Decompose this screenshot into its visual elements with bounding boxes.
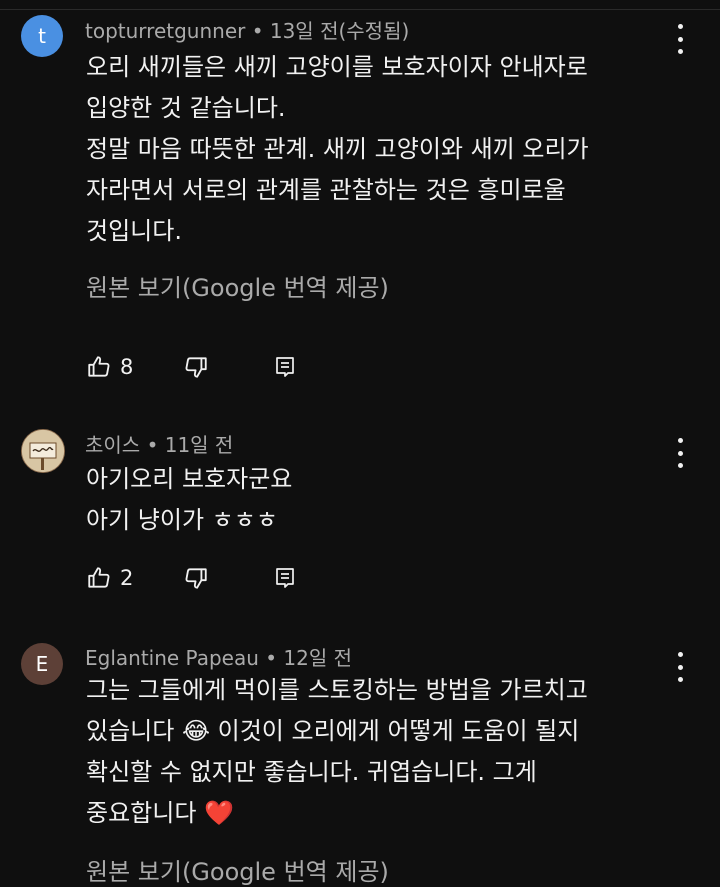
like-button[interactable]: 8	[86, 354, 133, 380]
avatar-letter: t	[38, 24, 46, 48]
comment-line: 있습니다 😂 이것이 오리에게 어떻게 도움이 될지	[86, 717, 580, 745]
comment-line: 확신할 수 없지만 좋습니다. 귀엽습니다. 그게	[86, 758, 537, 786]
comment-time[interactable]: 11일 전	[165, 433, 234, 457]
thumb-down-icon	[185, 357, 207, 378]
avatar[interactable]: t	[21, 15, 63, 57]
comment-line: 그는 그들에게 먹이를 스토킹하는 방법을 가르치고	[86, 676, 588, 704]
see-original-link[interactable]: 원본 보기(Google 번역 제공)	[86, 852, 389, 887]
author-name[interactable]: topturretgunner	[85, 19, 245, 43]
comment-line: 아기 냥이가 ㅎㅎㅎ	[86, 506, 278, 534]
dislike-button[interactable]	[183, 354, 209, 380]
comment-time[interactable]: 13일 전(수정됨)	[270, 19, 409, 43]
comment-line: 입양한 것 같습니다.	[86, 94, 286, 122]
more-vert-icon[interactable]	[672, 652, 688, 682]
avatar[interactable]	[21, 429, 65, 473]
divider	[0, 9, 720, 10]
more-vert-icon[interactable]	[672, 24, 688, 54]
like-count: 8	[120, 355, 134, 379]
author-name[interactable]: 초이스	[85, 433, 140, 457]
author-name[interactable]: Eglantine Papeau	[85, 646, 259, 670]
reply-button[interactable]	[273, 354, 297, 380]
avatar-letter: E	[35, 652, 49, 676]
comment-text: 아기오리 보호자군요 아기 냥이가 ㅎㅎㅎ	[86, 459, 650, 541]
reply-icon	[276, 568, 294, 588]
like-count: 2	[120, 566, 134, 590]
comment-meta: topturretgunner • 13일 전(수정됨)	[85, 15, 409, 44]
meta-separator: •	[146, 433, 165, 457]
meta-separator: •	[265, 646, 284, 670]
comment-meta: 초이스 • 11일 전	[85, 429, 233, 458]
like-button[interactable]: 2	[86, 565, 133, 591]
dislike-button[interactable]	[183, 565, 209, 591]
thumb-up-icon	[88, 567, 110, 588]
thumb-down-icon	[185, 568, 207, 589]
reply-button[interactable]	[273, 565, 297, 591]
comment-text: 그는 그들에게 먹이를 스토킹하는 방법을 가르치고 있습니다 😂 이것이 오리…	[86, 670, 650, 834]
sign-image-icon	[22, 430, 64, 472]
comment-line: 아기오리 보호자군요	[86, 465, 293, 493]
comment-line: 것입니다.	[86, 217, 182, 245]
more-vert-icon[interactable]	[672, 438, 688, 468]
comment-text: 오리 새끼들은 새끼 고양이를 보호자이자 안내자로 입양한 것 같습니다. 정…	[86, 47, 650, 252]
comment-line: 자라면서 서로의 관계를 관찰하는 것은 흥미로울	[86, 176, 566, 204]
comment-line: 중요합니다 ❤️	[86, 799, 234, 827]
avatar[interactable]: E	[21, 643, 63, 685]
comment-line: 정말 마음 따뜻한 관계. 새끼 고양이와 새끼 오리가	[86, 135, 589, 163]
comment-line: 오리 새끼들은 새끼 고양이를 보호자이자 안내자로	[86, 53, 588, 81]
meta-separator: •	[251, 19, 270, 43]
reply-icon	[276, 357, 294, 377]
comment-time[interactable]: 12일 전	[283, 646, 352, 670]
thumb-up-icon	[88, 356, 110, 377]
see-original-link[interactable]: 원본 보기(Google 번역 제공)	[86, 268, 389, 303]
comment-meta: Eglantine Papeau • 12일 전	[85, 642, 352, 671]
